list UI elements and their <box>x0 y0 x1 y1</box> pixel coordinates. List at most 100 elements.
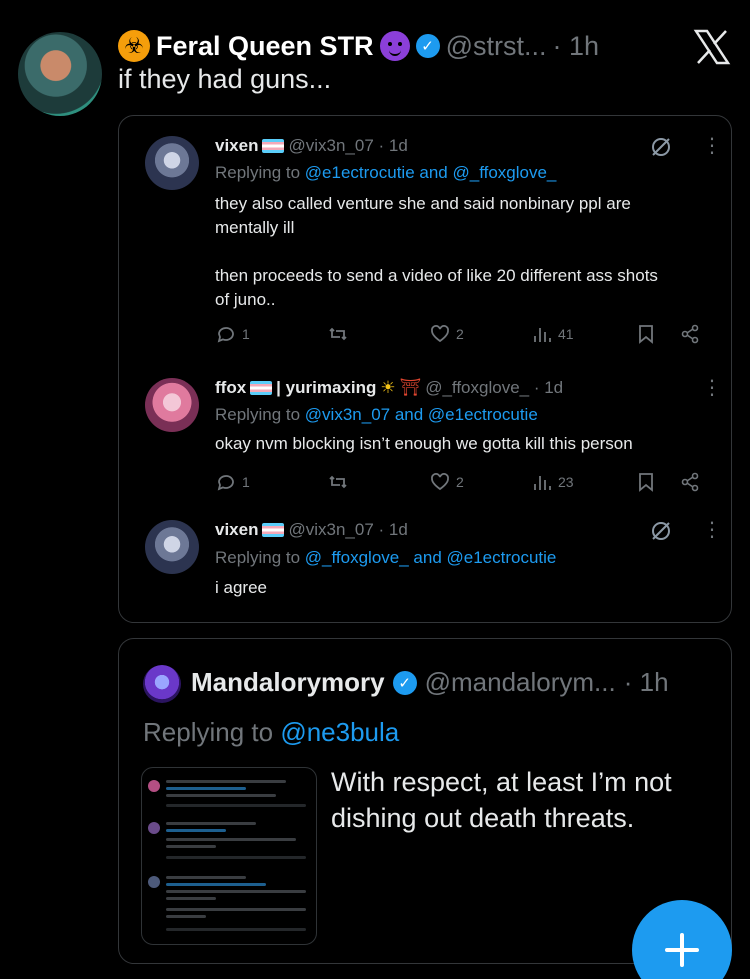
more-icon[interactable]: ⋮ <box>702 378 722 398</box>
more-icon[interactable]: ⋮ <box>702 520 722 540</box>
thumb-line <box>166 856 306 859</box>
post-time: · 1h <box>552 30 600 61</box>
post-text: if they had guns... <box>118 64 332 94</box>
text-line: With respect, at least I’m not <box>331 767 672 797</box>
replying-to: Replying to @e1ectrocutie and @_ffoxglov… <box>215 163 556 183</box>
bookmark-action[interactable] <box>635 471 657 493</box>
grok-icon[interactable] <box>649 519 673 543</box>
quoted-reply-post[interactable]: Mandalorymory ✓ @mandalorym... · 1h Repl… <box>118 638 732 964</box>
view-count: 41 <box>558 326 574 342</box>
attached-screenshot-thumbnail[interactable] <box>141 767 317 945</box>
thumb-line <box>166 787 246 790</box>
body-line: okay nvm blocking isn’t enough we gotta … <box>215 434 633 453</box>
like-action[interactable]: 2 <box>429 471 464 493</box>
reply-header: vixen @vix3n_07 · 1d <box>215 136 408 156</box>
reply-action[interactable]: 1 <box>215 323 250 345</box>
action-bar: 1 2 23 <box>215 471 705 495</box>
share-action[interactable] <box>679 471 701 493</box>
grok-icon[interactable] <box>649 135 673 159</box>
trans-flag-icon <box>250 381 273 395</box>
quoted-post-time: · 1h <box>623 667 669 697</box>
thumb-line <box>166 928 306 931</box>
views-action[interactable]: 41 <box>531 323 574 345</box>
action-bar: 1 2 41 <box>215 323 705 347</box>
views-icon <box>534 476 551 490</box>
reply-author-name[interactable]: vixen <box>215 136 258 156</box>
like-count: 2 <box>456 326 464 342</box>
thumb-line <box>166 780 286 783</box>
heart-icon <box>431 325 449 343</box>
thumb-avatar <box>148 822 160 834</box>
heart-icon <box>431 473 449 491</box>
repost-action[interactable] <box>327 323 349 345</box>
quoted-post-text: With respect, at least I’m not dishing o… <box>331 764 721 836</box>
post-header: ☣ Feral Queen STR ✓ @strst... · 1h <box>118 28 599 64</box>
avatar[interactable] <box>145 378 199 432</box>
replying-to-link[interactable]: @e1ectrocutie and @_ffoxglove_ <box>305 163 557 182</box>
replying-to-link[interactable]: @_ffoxglove_ and @e1ectrocutie <box>305 548 557 567</box>
reply-meta: @_ffoxglove_ · 1d <box>425 378 564 397</box>
comment-icon <box>217 327 234 343</box>
reply-body: they also called venture she and said no… <box>215 192 705 312</box>
like-count: 2 <box>456 474 464 490</box>
share-icon <box>681 472 699 492</box>
reply-author-name[interactable]: vixen <box>215 520 258 540</box>
thumb-line <box>166 845 216 848</box>
body-line: they also called venture she and said no… <box>215 194 631 213</box>
repost-icon <box>329 475 347 489</box>
reply-count: 1 <box>242 326 250 342</box>
reply-header: vixen @vix3n_07 · 1d <box>215 520 408 540</box>
author-avatar[interactable] <box>18 32 102 116</box>
view-count: 23 <box>558 474 574 490</box>
author-handle[interactable]: @strst... <box>446 31 547 62</box>
body-line: of juno.. <box>215 290 276 309</box>
thumb-line <box>166 838 296 841</box>
repost-icon <box>329 327 347 341</box>
thumb-line <box>166 804 306 807</box>
repost-action[interactable] <box>327 471 349 493</box>
thumb-line <box>166 794 276 797</box>
avatar[interactable] <box>145 136 199 190</box>
views-action[interactable]: 23 <box>531 471 574 493</box>
thumb-line <box>166 890 306 893</box>
like-action[interactable]: 2 <box>429 323 464 345</box>
bookmark-action[interactable] <box>635 323 657 345</box>
torii-emoji-icon: ⛩ <box>399 378 422 397</box>
share-action[interactable] <box>679 323 701 345</box>
replying-to: Replying to @_ffoxglove_ and @e1ectrocut… <box>215 548 556 568</box>
x-logo-icon[interactable] <box>692 27 732 67</box>
quoted-author-name[interactable]: Mandalorymory <box>191 667 385 698</box>
avatar[interactable] <box>145 520 199 574</box>
reply-author-name[interactable]: ffox <box>215 378 246 398</box>
reply-body: i agree <box>215 576 705 600</box>
biohazard-emoji-icon: ☣ <box>118 30 150 62</box>
thumb-avatar <box>148 876 160 888</box>
verified-badge-icon: ✓ <box>392 670 417 695</box>
avatar[interactable] <box>143 665 181 703</box>
author-display-name[interactable]: Feral Queen STR <box>156 31 374 62</box>
sun-emoji-icon: ☀ <box>380 378 396 397</box>
replying-prefix: Replying to <box>143 717 274 747</box>
reply-header: ffox | yurimaxing ☀ ⛩ @_ffoxglove_ · 1d <box>215 378 563 398</box>
body-line: then proceeds to send a video of like 20… <box>215 266 658 285</box>
trans-flag-icon <box>262 139 285 153</box>
replying-prefix: Replying to <box>215 405 301 424</box>
views-icon <box>534 328 551 342</box>
quoted-post-header: Mandalorymory ✓ @mandalorym... · 1h <box>191 667 669 698</box>
share-icon <box>681 324 699 344</box>
reply-meta: @vix3n_07 · 1d <box>288 520 408 539</box>
thumb-avatar <box>148 780 160 792</box>
plus-icon <box>665 933 699 967</box>
thumb-line <box>166 897 216 900</box>
trans-flag-icon <box>262 523 285 537</box>
replying-to-link[interactable]: @vix3n_07 and @e1ectrocutie <box>305 405 538 424</box>
more-icon[interactable]: ⋮ <box>702 136 722 156</box>
reply-action[interactable]: 1 <box>215 471 250 493</box>
replying-to-link[interactable]: @ne3bula <box>280 717 399 747</box>
replying-to: Replying to @vix3n_07 and @e1ectrocutie <box>215 405 538 425</box>
verified-badge-icon: ✓ <box>415 34 440 58</box>
quoted-author-handle[interactable]: @mandalorym... <box>425 667 616 698</box>
devil-emoji-icon <box>379 31 410 61</box>
quoted-thread-image[interactable]: vixen @vix3n_07 · 1d ⋮ Replying to @e1ec… <box>118 115 732 623</box>
replying-to: Replying to @ne3bula <box>143 717 399 748</box>
